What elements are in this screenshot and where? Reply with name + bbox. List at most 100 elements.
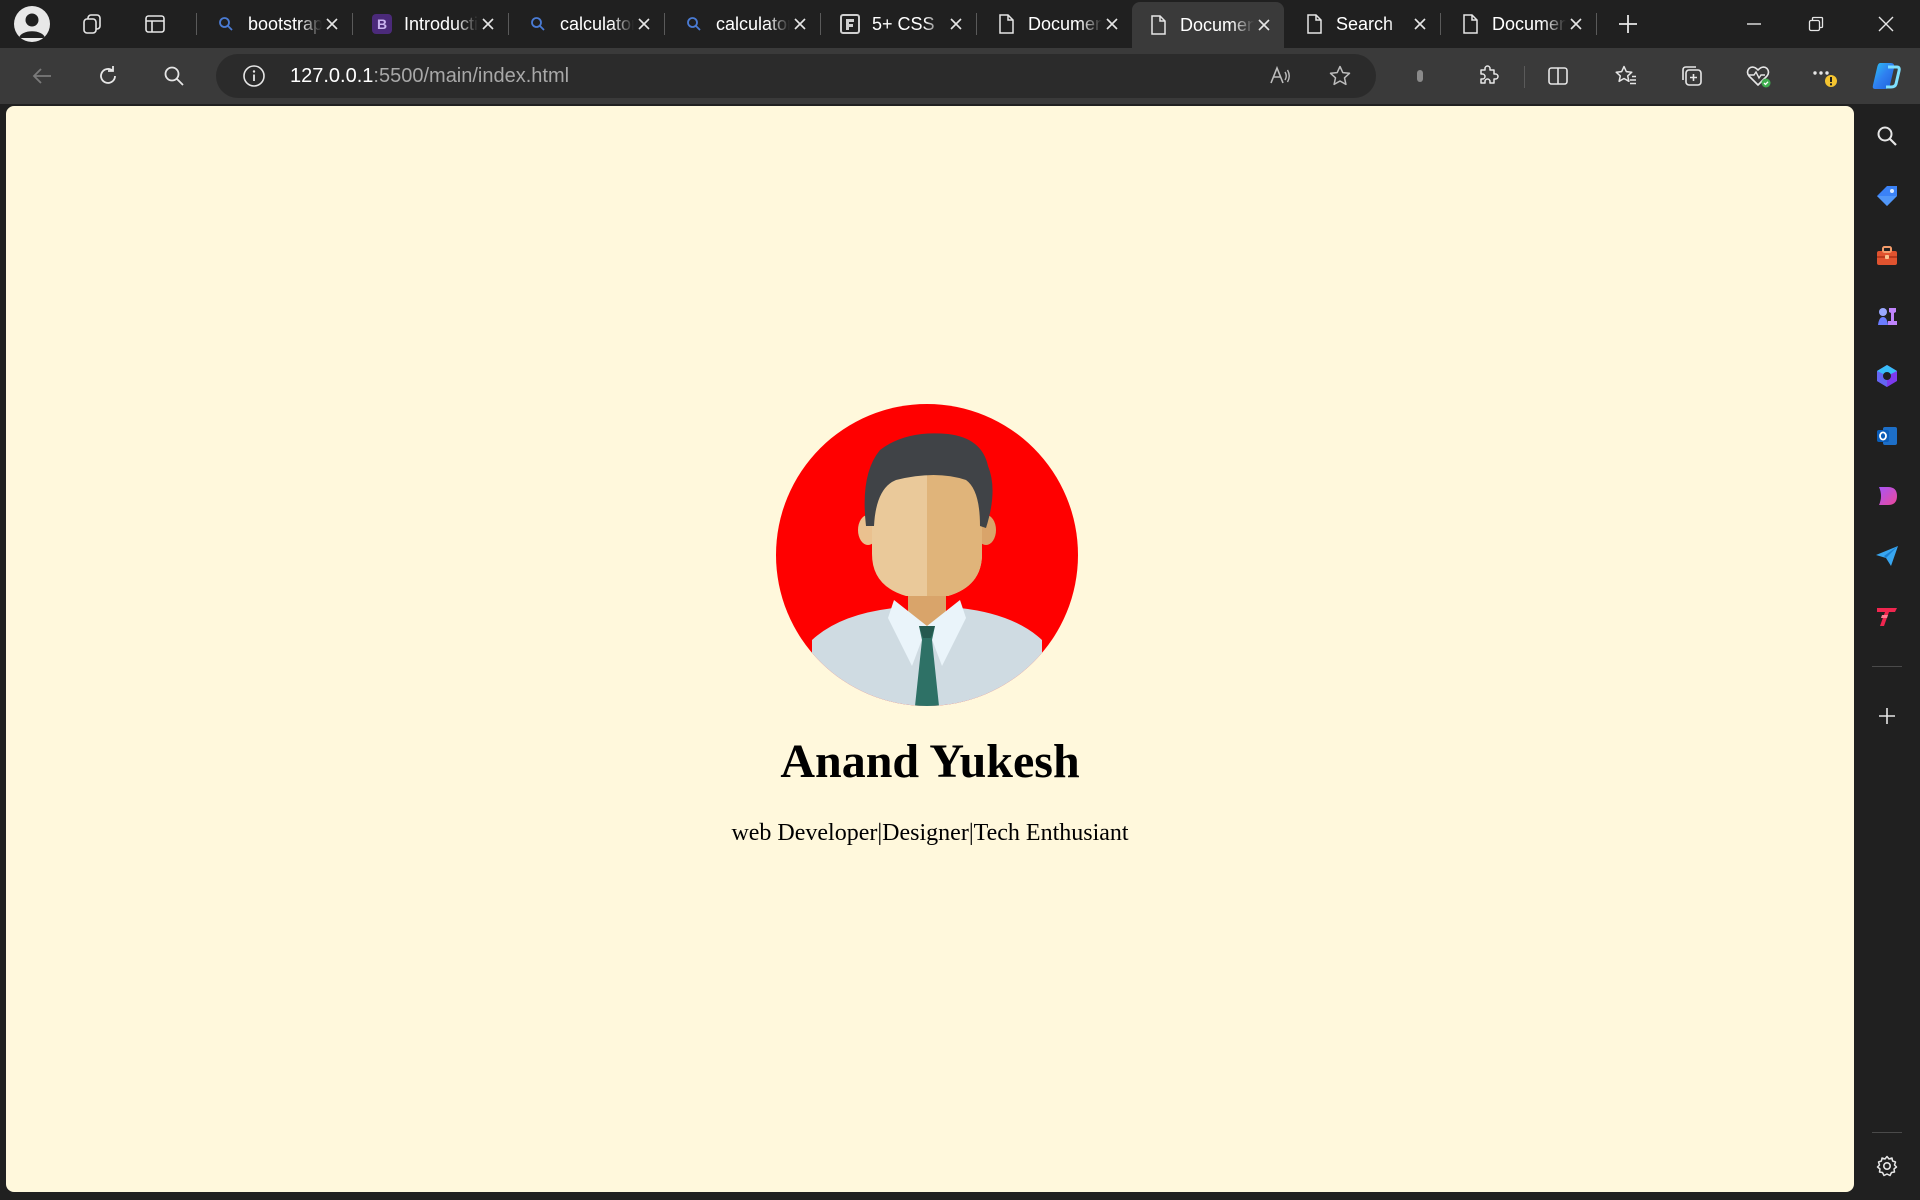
close-icon[interactable] [322, 14, 342, 34]
framework-icon [840, 14, 860, 34]
tab-separator [820, 13, 821, 35]
new-tab-button[interactable] [1608, 6, 1648, 42]
sidebar-search-button[interactable] [1867, 116, 1907, 156]
collections-icon [1682, 66, 1702, 86]
search-icon [1877, 126, 1897, 146]
tab-document-active[interactable]: Document [1132, 2, 1284, 48]
tab-document-2[interactable]: Document [1444, 4, 1596, 44]
svg-text:B: B [377, 16, 387, 32]
page-icon [1460, 14, 1480, 34]
tab-separator [664, 13, 665, 35]
tab-calculator-search-2[interactable]: calculator [668, 4, 820, 44]
close-icon[interactable] [1410, 14, 1430, 34]
extension-button[interactable] [1400, 56, 1440, 96]
tab-title: Introduction [404, 13, 478, 34]
search-icon [528, 14, 548, 34]
tab-title: calculator [560, 13, 634, 34]
close-icon[interactable] [1254, 15, 1274, 35]
search-button[interactable] [154, 56, 194, 96]
sidebar-microsoft365-button[interactable] [1867, 356, 1907, 396]
tab-separator [976, 13, 977, 35]
read-aloud-icon[interactable] [1260, 56, 1300, 96]
url-text[interactable]: 127.0.0.1:5500/main/index.html [290, 65, 569, 88]
page-icon [1148, 15, 1168, 35]
tab-bootstrap-introduction[interactable]: B Introduction [356, 4, 508, 44]
profile-avatar-button[interactable] [14, 6, 50, 42]
close-window-button[interactable] [1860, 6, 1912, 42]
close-icon[interactable] [946, 14, 966, 34]
tab-title: 5+ CSS [872, 13, 935, 34]
tab-css-framework[interactable]: 5+ CSS [824, 4, 976, 44]
tab-title: Document [1180, 14, 1254, 35]
close-icon[interactable] [1102, 14, 1122, 34]
microsoft365-icon [1877, 365, 1897, 387]
close-icon[interactable] [478, 14, 498, 34]
restore-button[interactable] [1790, 6, 1842, 42]
sidebar-extension-button[interactable] [1867, 596, 1907, 636]
tab-separator [352, 13, 353, 35]
tab-separator [508, 13, 509, 35]
tab-calculator-search[interactable]: calculator [512, 4, 664, 44]
chess-pieces-icon [1878, 308, 1897, 325]
copilot-button[interactable] [1866, 56, 1906, 96]
edge-sidebar [1854, 104, 1920, 1200]
outlook-icon [1877, 427, 1897, 445]
close-icon[interactable] [790, 14, 810, 34]
extensions-button[interactable] [1468, 56, 1508, 96]
tab-document[interactable]: Document [980, 4, 1132, 44]
tab-title: calculator [716, 13, 790, 34]
toolbox-icon [1877, 246, 1897, 265]
page-icon [1304, 14, 1324, 34]
sidebar-send-button[interactable] [1867, 536, 1907, 576]
tab-title: Document [1028, 13, 1102, 34]
split-screen-button[interactable] [1538, 56, 1578, 96]
more-options-icon [1813, 71, 1837, 87]
heart-pulse-icon [1746, 66, 1771, 88]
close-icon[interactable] [1566, 14, 1586, 34]
sidebar-tools-button[interactable] [1867, 236, 1907, 276]
back-button[interactable] [22, 56, 62, 96]
address-bar[interactable]: 127.0.0.1:5500/main/index.html [216, 54, 1376, 98]
site-info-icon[interactable] [234, 56, 274, 96]
minimize-icon [1747, 23, 1761, 25]
sidebar-settings-button[interactable] [1867, 1146, 1907, 1186]
url-host: 127.0.0.1 [290, 65, 374, 87]
minimize-button[interactable] [1728, 6, 1780, 42]
title-bar: bootstrap B Introduction calculator calc… [0, 0, 1920, 48]
puzzle-icon [1480, 65, 1499, 84]
page-viewport: Anand Yukesh web Developer|Designer|Tech… [6, 106, 1854, 1192]
plus-icon [1879, 708, 1895, 724]
copilot-icon [1872, 63, 1901, 89]
favorite-star-icon[interactable] [1320, 56, 1360, 96]
search-icon [164, 66, 184, 86]
toolbar-separator [1524, 66, 1525, 88]
tab-title: Search [1336, 13, 1394, 34]
favorites-button[interactable] [1606, 56, 1646, 96]
tab-bootstrap-search[interactable]: bootstrap [200, 4, 352, 44]
male-avatar-illustration [812, 433, 1042, 706]
sidebar-drop-button[interactable] [1867, 476, 1907, 516]
restore-icon [1808, 16, 1824, 32]
browser-essentials-button[interactable] [1738, 56, 1778, 96]
tab-search[interactable]: Search [1288, 4, 1440, 44]
workspaces-button[interactable] [72, 6, 112, 42]
shopping-tag-icon [1877, 186, 1897, 206]
navigation-toolbar: 127.0.0.1:5500/main/index.html [0, 48, 1920, 104]
settings-and-more-button[interactable] [1804, 56, 1844, 96]
refresh-icon [100, 66, 116, 84]
profile-name-heading: Anand Yukesh [780, 735, 1080, 788]
split-screen-icon [1548, 67, 1568, 85]
sidebar-outlook-button[interactable] [1867, 416, 1907, 456]
sidebar-add-button[interactable] [1867, 696, 1907, 736]
profile-tagline: web Developer|Designer|Tech Enthusiant [731, 820, 1129, 846]
bootstrap-icon: B [372, 14, 392, 34]
tab-actions-icon [145, 15, 165, 33]
extension-dropper-icon [1417, 70, 1423, 82]
close-icon[interactable] [634, 14, 654, 34]
sidebar-shopping-button[interactable] [1867, 176, 1907, 216]
collections-button[interactable] [1672, 56, 1712, 96]
vertical-tabs-button[interactable] [135, 6, 175, 42]
sidebar-games-button[interactable] [1867, 296, 1907, 336]
sidebar-separator [1872, 1132, 1902, 1133]
refresh-button[interactable] [88, 56, 128, 96]
